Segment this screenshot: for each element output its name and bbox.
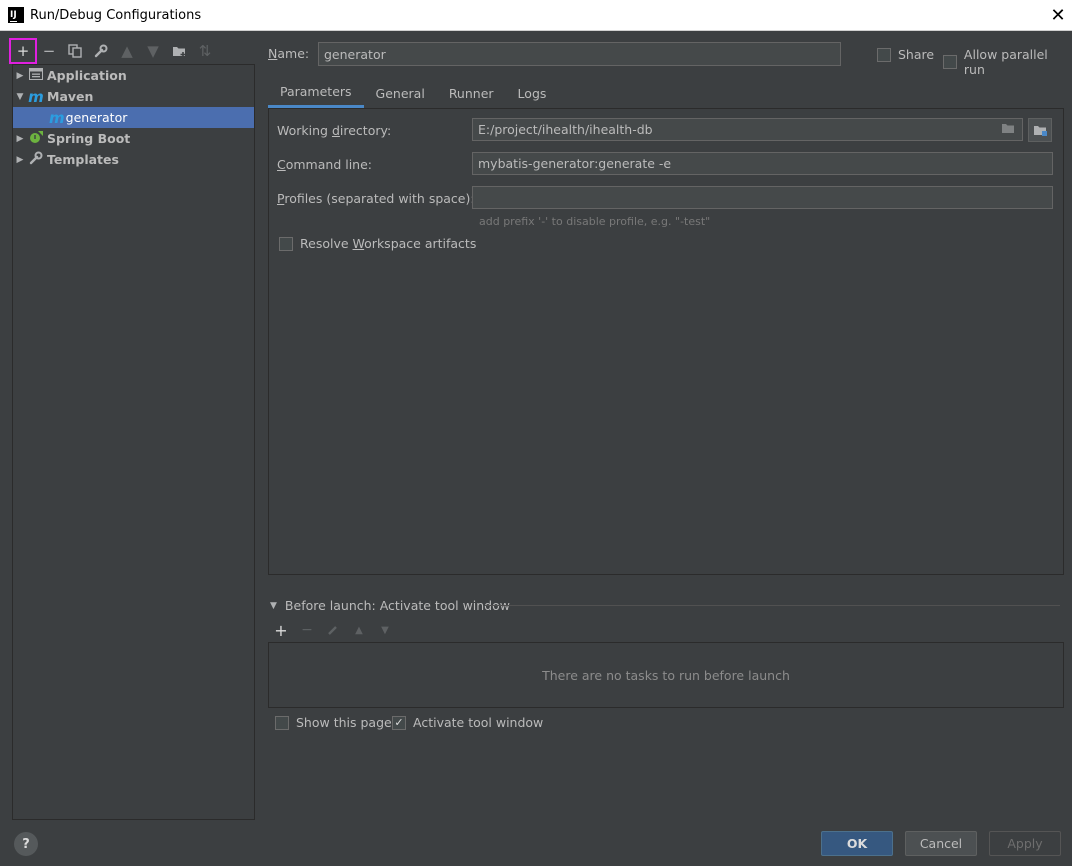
- activate-tool-window-label: Activate tool window: [413, 715, 544, 730]
- tree-item-maven[interactable]: ▼ m Maven: [13, 86, 254, 107]
- tree-item-application[interactable]: ▶ Application: [13, 65, 254, 86]
- spring-boot-icon: [27, 130, 45, 147]
- before-launch-toolbar: + − ▲ ▼: [268, 620, 398, 640]
- before-launch-task-list: There are no tasks to run before launch: [268, 642, 1064, 708]
- tab-parameters[interactable]: Parameters: [268, 78, 364, 108]
- copy-icon: [68, 44, 82, 58]
- share-checkbox[interactable]: Share: [877, 47, 934, 62]
- application-icon: [27, 68, 45, 83]
- checkbox-box[interactable]: [943, 55, 957, 69]
- ok-button[interactable]: OK: [821, 831, 893, 856]
- apply-button[interactable]: Apply: [989, 831, 1061, 856]
- activate-tool-window-checkbox[interactable]: ✓ Activate tool window: [392, 715, 543, 730]
- add-configuration-button[interactable]: +: [9, 38, 37, 64]
- allow-parallel-run-label: Allow parallel run: [963, 47, 1048, 77]
- window-title: Run/Debug Configurations: [30, 7, 202, 23]
- edit-defaults-button[interactable]: [88, 39, 114, 63]
- remove-task-button[interactable]: −: [294, 620, 320, 640]
- browse-directory-button[interactable]: [1028, 118, 1052, 142]
- tree-item-label: Spring Boot: [47, 131, 131, 146]
- before-launch-title: Before launch: Activate tool window: [284, 598, 510, 613]
- profiles-input[interactable]: [472, 186, 1053, 209]
- tree-item-label: Templates: [47, 152, 119, 167]
- expand-arrow-icon[interactable]: ▶: [13, 155, 27, 165]
- tree-item-label: generator: [65, 110, 128, 125]
- tree-item-label: Application: [47, 68, 127, 83]
- divider: [485, 605, 1060, 606]
- collapse-arrow-icon[interactable]: ▼: [13, 92, 27, 102]
- before-launch-header[interactable]: ▼ Before launch: Activate tool window: [270, 598, 510, 613]
- folder-icon: [1033, 125, 1047, 136]
- edit-task-button[interactable]: [320, 620, 346, 640]
- resolve-workspace-checkbox[interactable]: Resolve Workspace artifacts: [279, 236, 476, 251]
- name-input[interactable]: generator: [318, 42, 841, 66]
- sort-button[interactable]: ⇅: [192, 39, 218, 63]
- checkbox-box[interactable]: [275, 715, 289, 730]
- wrench-icon: [94, 44, 108, 58]
- tab-runner[interactable]: Runner: [437, 78, 506, 108]
- copy-configuration-button[interactable]: [62, 39, 88, 63]
- show-this-page-label: Show this page: [296, 715, 392, 730]
- working-directory-input[interactable]: E:/project/ihealth/ihealth-db: [472, 118, 1023, 141]
- move-task-down-button[interactable]: ▼: [372, 620, 398, 640]
- config-toolbar: + − ▲ ▼ ⇅: [9, 38, 218, 64]
- working-directory-label: Working directory:: [277, 123, 392, 138]
- checkbox-box[interactable]: [279, 236, 293, 251]
- tree-item-templates[interactable]: ▶ Templates: [13, 149, 254, 170]
- allow-parallel-run-checkbox[interactable]: Allow parallel run: [943, 47, 1072, 77]
- tree-item-generator[interactable]: m generator: [13, 107, 254, 128]
- folder-add-icon: [172, 46, 185, 57]
- folder-icon[interactable]: [1001, 122, 1016, 138]
- tree-item-spring-boot[interactable]: ▶ Spring Boot: [13, 128, 254, 149]
- add-task-button[interactable]: +: [268, 620, 294, 640]
- resolve-workspace-label: Resolve Workspace artifacts: [300, 236, 477, 251]
- cancel-button[interactable]: Cancel: [905, 831, 977, 856]
- show-this-page-checkbox[interactable]: Show this page: [275, 715, 392, 730]
- command-line-input[interactable]: mybatis-generator:generate -e: [472, 152, 1053, 175]
- collapse-arrow-icon[interactable]: ▼: [270, 601, 277, 611]
- command-line-label: Command line:: [277, 157, 372, 172]
- configuration-tree: ▶ Application ▼ m Maven m generator ▶ Sp…: [12, 64, 255, 820]
- share-label: Share: [898, 47, 935, 62]
- profiles-hint: add prefix '-' to disable profile, e.g. …: [479, 215, 711, 228]
- tab-general[interactable]: General: [364, 78, 437, 108]
- close-icon[interactable]: ✕: [1044, 0, 1072, 31]
- help-button[interactable]: ?: [14, 832, 38, 856]
- tree-item-label: Maven: [47, 89, 94, 104]
- move-down-button[interactable]: ▼: [140, 39, 166, 63]
- move-up-button[interactable]: ▲: [114, 39, 140, 63]
- intellij-icon: IJ: [8, 7, 24, 23]
- move-task-up-button[interactable]: ▲: [346, 620, 372, 640]
- new-folder-button[interactable]: [166, 39, 192, 63]
- tab-logs[interactable]: Logs: [506, 78, 559, 108]
- parameters-panel: Working directory: E:/project/ihealth/ih…: [268, 108, 1064, 575]
- name-label: Name:: [268, 46, 310, 61]
- profiles-label: Profiles (separated with space):: [277, 191, 475, 206]
- expand-arrow-icon[interactable]: ▶: [13, 71, 27, 81]
- title-bar: IJ Run/Debug Configurations ✕: [0, 0, 1072, 31]
- maven-icon: m: [49, 108, 65, 127]
- wrench-icon: [27, 151, 45, 168]
- checkbox-box[interactable]: [877, 47, 891, 62]
- tab-bar: Parameters General Runner Logs: [268, 78, 558, 108]
- maven-icon: m: [28, 87, 44, 106]
- checkbox-checked[interactable]: ✓: [392, 715, 406, 730]
- pencil-icon: [328, 626, 337, 635]
- empty-tasks-text: There are no tasks to run before launch: [542, 667, 790, 683]
- expand-arrow-icon[interactable]: ▶: [13, 134, 27, 144]
- remove-configuration-button[interactable]: −: [36, 39, 62, 63]
